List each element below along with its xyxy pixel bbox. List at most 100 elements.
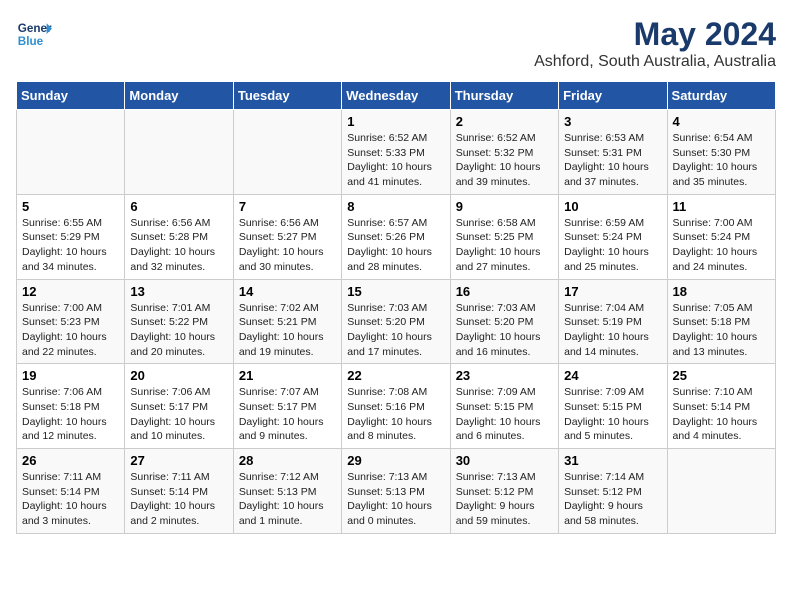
calendar-cell: 2 Sunrise: 6:52 AM Sunset: 5:32 PM Daylig… [450, 110, 558, 195]
weekday-header-saturday: Saturday [667, 82, 775, 110]
day-number: 17 [564, 284, 661, 299]
calendar-cell: 3Sunrise: 6:53 AM Sunset: 5:31 PM Daylig… [559, 110, 667, 195]
day-info: Sunrise: 7:13 AM Sunset: 5:13 PM Dayligh… [347, 470, 444, 529]
calendar-cell: 5Sunrise: 6:55 AM Sunset: 5:29 PM Daylig… [17, 194, 125, 279]
day-info: Sunrise: 7:00 AM Sunset: 5:24 PM Dayligh… [673, 216, 770, 275]
weekday-header-sunday: Sunday [17, 82, 125, 110]
location-subtitle: Ashford, South Australia, Australia [534, 53, 776, 71]
day-info: Sunrise: 7:09 AM Sunset: 5:15 PM Dayligh… [456, 385, 553, 444]
calendar-cell: 9 Sunrise: 6:58 AM Sunset: 5:25 PM Daylig… [450, 194, 558, 279]
calendar-cell: 24 Sunrise: 7:09 AM Sunset: 5:15 PM Dayli… [559, 364, 667, 449]
day-info: Sunrise: 7:14 AM Sunset: 5:12 PM Dayligh… [564, 470, 661, 529]
calendar-table: SundayMondayTuesdayWednesdayThursdayFrid… [16, 81, 776, 534]
calendar-cell: 19 Sunrise: 7:06 AM Sunset: 5:18 PM Dayli… [17, 364, 125, 449]
calendar-cell: 10 Sunrise: 6:59 AM Sunset: 5:24 PM Dayli… [559, 194, 667, 279]
day-number: 27 [130, 453, 227, 468]
calendar-cell: 4 Sunrise: 6:54 AM Sunset: 5:30 PM Daylig… [667, 110, 775, 195]
day-info: Sunrise: 7:09 AM Sunset: 5:15 PM Dayligh… [564, 385, 661, 444]
day-number: 11 [673, 199, 770, 214]
day-number: 21 [239, 368, 336, 383]
day-number: 9 [456, 199, 553, 214]
calendar-cell: 17 Sunrise: 7:04 AM Sunset: 5:19 PM Dayli… [559, 279, 667, 364]
calendar-cell: 11 Sunrise: 7:00 AM Sunset: 5:24 PM Dayli… [667, 194, 775, 279]
day-info: Sunrise: 6:56 AM Sunset: 5:28 PM Dayligh… [130, 216, 227, 275]
day-info: Sunrise: 7:04 AM Sunset: 5:19 PM Dayligh… [564, 301, 661, 360]
day-number: 15 [347, 284, 444, 299]
calendar-cell: 1 Sunrise: 6:52 AM Sunset: 5:33 PM Daylig… [342, 110, 450, 195]
day-number: 8 [347, 199, 444, 214]
calendar-cell: 6Sunrise: 6:56 AM Sunset: 5:28 PM Daylig… [125, 194, 233, 279]
calendar-cell: 25Sunrise: 7:10 AM Sunset: 5:14 PM Dayli… [667, 364, 775, 449]
calendar-cell: 22Sunrise: 7:08 AM Sunset: 5:16 PM Dayli… [342, 364, 450, 449]
calendar-week-3: 12 Sunrise: 7:00 AM Sunset: 5:23 PM Dayli… [17, 279, 776, 364]
weekday-header-wednesday: Wednesday [342, 82, 450, 110]
day-number: 2 [456, 114, 553, 129]
day-number: 4 [673, 114, 770, 129]
day-info: Sunrise: 6:58 AM Sunset: 5:25 PM Dayligh… [456, 216, 553, 275]
day-info: Sunrise: 7:12 AM Sunset: 5:13 PM Dayligh… [239, 470, 336, 529]
weekday-header-monday: Monday [125, 82, 233, 110]
day-number: 19 [22, 368, 119, 383]
day-number: 7 [239, 199, 336, 214]
weekday-header-friday: Friday [559, 82, 667, 110]
calendar-cell: 8 Sunrise: 6:57 AM Sunset: 5:26 PM Daylig… [342, 194, 450, 279]
month-year-title: May 2024 [534, 16, 776, 53]
day-number: 24 [564, 368, 661, 383]
weekday-header-row: SundayMondayTuesdayWednesdayThursdayFrid… [17, 82, 776, 110]
calendar-cell: 14 Sunrise: 7:02 AM Sunset: 5:21 PM Dayli… [233, 279, 341, 364]
day-number: 14 [239, 284, 336, 299]
day-number: 12 [22, 284, 119, 299]
calendar-cell: 31Sunrise: 7:14 AM Sunset: 5:12 PM Dayli… [559, 449, 667, 534]
calendar-cell [667, 449, 775, 534]
day-info: Sunrise: 6:52 AM Sunset: 5:32 PM Dayligh… [456, 131, 553, 190]
weekday-header-tuesday: Tuesday [233, 82, 341, 110]
day-info: Sunrise: 6:59 AM Sunset: 5:24 PM Dayligh… [564, 216, 661, 275]
day-number: 20 [130, 368, 227, 383]
calendar-cell: 20Sunrise: 7:06 AM Sunset: 5:17 PM Dayli… [125, 364, 233, 449]
calendar-cell: 16 Sunrise: 7:03 AM Sunset: 5:20 PM Dayli… [450, 279, 558, 364]
calendar-cell: 18Sunrise: 7:05 AM Sunset: 5:18 PM Dayli… [667, 279, 775, 364]
calendar-cell: 15 Sunrise: 7:03 AM Sunset: 5:20 PM Dayli… [342, 279, 450, 364]
calendar-week-4: 19 Sunrise: 7:06 AM Sunset: 5:18 PM Dayli… [17, 364, 776, 449]
calendar-cell: 7 Sunrise: 6:56 AM Sunset: 5:27 PM Daylig… [233, 194, 341, 279]
day-number: 29 [347, 453, 444, 468]
day-info: Sunrise: 6:56 AM Sunset: 5:27 PM Dayligh… [239, 216, 336, 275]
page-header: General Blue May 2024 Ashford, South Aus… [16, 16, 776, 71]
day-number: 28 [239, 453, 336, 468]
day-info: Sunrise: 6:57 AM Sunset: 5:26 PM Dayligh… [347, 216, 444, 275]
day-info: Sunrise: 7:05 AM Sunset: 5:18 PM Dayligh… [673, 301, 770, 360]
day-info: Sunrise: 7:00 AM Sunset: 5:23 PM Dayligh… [22, 301, 119, 360]
day-info: Sunrise: 7:07 AM Sunset: 5:17 PM Dayligh… [239, 385, 336, 444]
day-info: Sunrise: 7:06 AM Sunset: 5:18 PM Dayligh… [22, 385, 119, 444]
calendar-cell: 27 Sunrise: 7:11 AM Sunset: 5:14 PM Dayli… [125, 449, 233, 534]
day-number: 10 [564, 199, 661, 214]
day-number: 26 [22, 453, 119, 468]
logo: General Blue [16, 16, 52, 52]
calendar-week-1: 1 Sunrise: 6:52 AM Sunset: 5:33 PM Daylig… [17, 110, 776, 195]
calendar-week-5: 26 Sunrise: 7:11 AM Sunset: 5:14 PM Dayli… [17, 449, 776, 534]
logo-icon: General Blue [16, 16, 52, 52]
day-info: Sunrise: 6:52 AM Sunset: 5:33 PM Dayligh… [347, 131, 444, 190]
day-info: Sunrise: 7:13 AM Sunset: 5:12 PM Dayligh… [456, 470, 553, 529]
calendar-cell [125, 110, 233, 195]
day-info: Sunrise: 7:01 AM Sunset: 5:22 PM Dayligh… [130, 301, 227, 360]
weekday-header-thursday: Thursday [450, 82, 558, 110]
day-info: Sunrise: 7:03 AM Sunset: 5:20 PM Dayligh… [456, 301, 553, 360]
day-number: 3 [564, 114, 661, 129]
calendar-cell: 23Sunrise: 7:09 AM Sunset: 5:15 PM Dayli… [450, 364, 558, 449]
calendar-cell: 28 Sunrise: 7:12 AM Sunset: 5:13 PM Dayli… [233, 449, 341, 534]
calendar-cell: 21 Sunrise: 7:07 AM Sunset: 5:17 PM Dayli… [233, 364, 341, 449]
day-info: Sunrise: 7:10 AM Sunset: 5:14 PM Dayligh… [673, 385, 770, 444]
calendar-cell: 13Sunrise: 7:01 AM Sunset: 5:22 PM Dayli… [125, 279, 233, 364]
day-info: Sunrise: 7:11 AM Sunset: 5:14 PM Dayligh… [130, 470, 227, 529]
day-number: 1 [347, 114, 444, 129]
day-info: Sunrise: 6:54 AM Sunset: 5:30 PM Dayligh… [673, 131, 770, 190]
day-number: 16 [456, 284, 553, 299]
calendar-cell: 30Sunrise: 7:13 AM Sunset: 5:12 PM Dayli… [450, 449, 558, 534]
calendar-cell [17, 110, 125, 195]
calendar-week-2: 5Sunrise: 6:55 AM Sunset: 5:29 PM Daylig… [17, 194, 776, 279]
day-info: Sunrise: 7:02 AM Sunset: 5:21 PM Dayligh… [239, 301, 336, 360]
day-number: 5 [22, 199, 119, 214]
day-info: Sunrise: 7:03 AM Sunset: 5:20 PM Dayligh… [347, 301, 444, 360]
calendar-cell: 26Sunrise: 7:11 AM Sunset: 5:14 PM Dayli… [17, 449, 125, 534]
